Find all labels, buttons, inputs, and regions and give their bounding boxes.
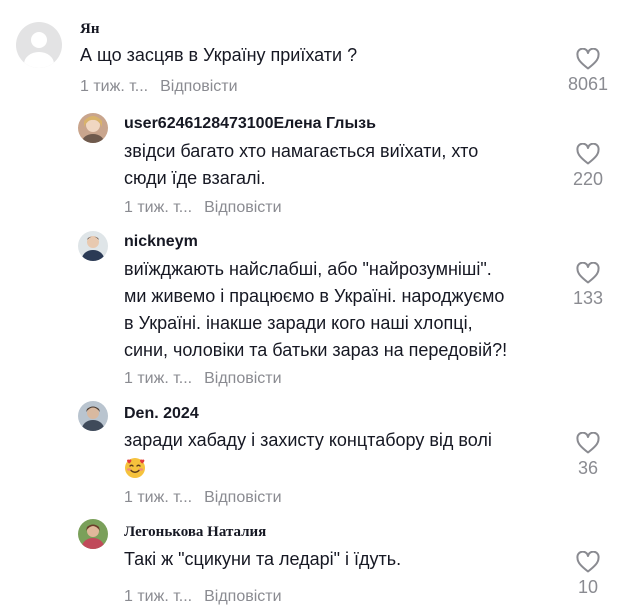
- reply-button[interactable]: Відповісти: [204, 370, 281, 387]
- heart-outline-icon: [576, 432, 600, 454]
- comment-meta: 1 тиж. т... Відповісти: [124, 588, 282, 606]
- comment-text-line: А що засцяв в Україну приїхати ?: [80, 45, 358, 65]
- comment-meta: 1 тиж. т... Відповісти: [124, 199, 282, 217]
- comment-meta: 1 тиж. т... Відповісти: [80, 78, 238, 96]
- comment-text-line: звідси багато хто намагається виїхати, х…: [124, 141, 479, 161]
- like-button[interactable]: 10: [563, 551, 613, 598]
- comment-time: 1 тиж. т...: [124, 489, 193, 506]
- comment-time: 1 тиж. т...: [124, 370, 193, 387]
- comment-text-line: в Україні. інакше заради кого наші хлопц…: [124, 313, 473, 333]
- avatar[interactable]: [78, 231, 108, 261]
- comment-meta: 1 тиж. т... Відповісти: [124, 489, 282, 507]
- comment-text-line: сини, чоловіки та батьки зараз на передо…: [124, 340, 508, 360]
- comment-text: заради хабаду і захисту концтабору від в…: [124, 427, 492, 481]
- comment-text-line: Такі ж "сцикуни та ледарі" і їдуть.: [124, 549, 402, 569]
- comment-text-line: виїжджають найслабші, або "найрозумніші"…: [124, 259, 492, 279]
- avatar[interactable]: [16, 22, 62, 68]
- like-count: 8061: [567, 74, 609, 94]
- smiling-face-with-hearts-icon: [125, 458, 145, 479]
- like-count: 10: [577, 577, 599, 597]
- comment-time: 1 тиж. т...: [124, 588, 193, 605]
- like-count: 133: [572, 288, 604, 308]
- comment-username[interactable]: Den. 2024: [124, 405, 199, 423]
- like-button[interactable]: 133: [563, 262, 613, 309]
- like-count: 220: [572, 169, 604, 189]
- comment-time: 1 тиж. т...: [80, 78, 149, 95]
- comment-username[interactable]: Легонькова Наталия: [124, 524, 266, 541]
- avatar[interactable]: [78, 519, 108, 549]
- reply-button[interactable]: Відповісти: [204, 489, 281, 506]
- reply-button[interactable]: Відповісти: [160, 78, 237, 95]
- comment-text-line: сюди їде взагалі.: [124, 168, 266, 188]
- reply-button[interactable]: Відповісти: [204, 199, 281, 216]
- like-button[interactable]: 8061: [563, 48, 613, 95]
- comment-username[interactable]: Ян: [80, 21, 99, 38]
- avatar[interactable]: [78, 401, 108, 431]
- like-button[interactable]: 36: [563, 432, 613, 479]
- comment-username[interactable]: user6246128473100Елена Глызь: [124, 115, 376, 133]
- comment-text-line: ми живемо і працюємо в Україні. народжує…: [124, 286, 505, 306]
- comment-meta: 1 тиж. т... Відповісти: [124, 370, 282, 388]
- comment-text: Такі ж "сцикуни та ледарі" і їдуть.: [124, 546, 401, 573]
- reply-button[interactable]: Відповісти: [204, 588, 281, 605]
- heart-outline-icon: [576, 551, 600, 573]
- like-count: 36: [577, 458, 599, 478]
- comment-text: А що засцяв в Україну приїхати ?: [80, 42, 357, 69]
- comment-time: 1 тиж. т...: [124, 199, 193, 216]
- heart-outline-icon: [576, 143, 600, 165]
- comment-username[interactable]: nickneym: [124, 233, 198, 251]
- heart-outline-icon: [576, 48, 600, 70]
- comment-text: виїжджають найслабші, або "найрозумніші"…: [124, 256, 507, 364]
- comment-text-line: заради хабаду і захисту концтабору від в…: [124, 430, 492, 450]
- avatar[interactable]: [78, 113, 108, 143]
- like-button[interactable]: 220: [563, 143, 613, 190]
- heart-outline-icon: [576, 262, 600, 284]
- comment-text: звідси багато хто намагається виїхати, х…: [124, 138, 478, 192]
